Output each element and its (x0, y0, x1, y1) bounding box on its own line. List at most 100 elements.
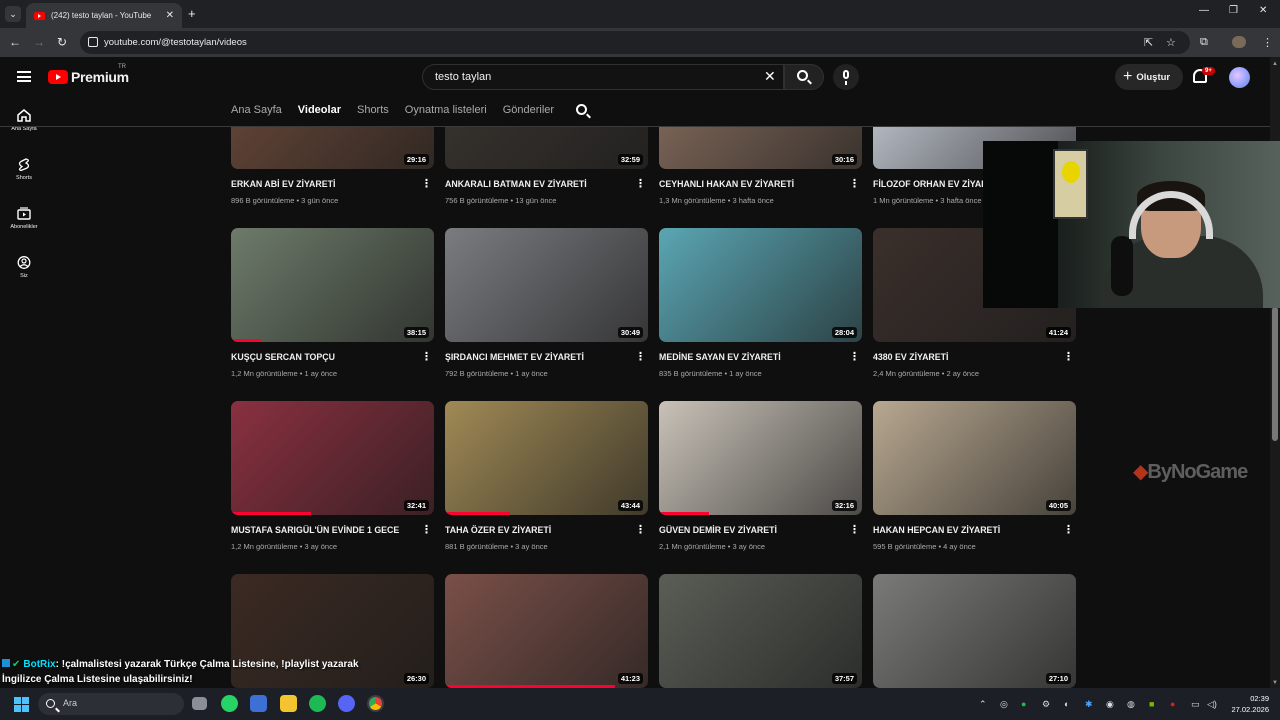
install-app-icon[interactable]: ⇱ (1144, 36, 1153, 49)
video-card[interactable]: 37:57 (659, 574, 862, 688)
scrollbar-thumb[interactable] (1272, 307, 1278, 441)
new-tab-button[interactable]: + (188, 6, 196, 21)
chrome-icon[interactable] (367, 695, 384, 712)
video-card[interactable]: 43:44 TAHA ÖZER EV ZİYARETİ 881 B görüntül… (445, 401, 648, 551)
video-thumbnail[interactable]: 37:57 (659, 574, 862, 688)
restore-button[interactable]: ❐ (1229, 5, 1238, 16)
video-card[interactable]: 30:49 ŞIRDANCI MEHMET EV ZİYARETİ 792 B gö… (445, 228, 648, 378)
video-title[interactable]: ANKARALI BATMAN EV ZİYARETİ (445, 179, 630, 189)
taskbar-search[interactable]: Ara (38, 693, 184, 715)
video-card[interactable]: 28:04 MEDİNE SAYAN EV ZİYARETİ 835 B görün… (659, 228, 862, 378)
whatsapp-icon[interactable] (221, 695, 238, 712)
window-close-button[interactable]: ✕ (1259, 5, 1267, 16)
account-avatar[interactable] (1229, 67, 1250, 88)
video-title[interactable]: TAHA ÖZER EV ZİYARETİ (445, 525, 630, 535)
url-field[interactable]: youtube.com/@testotaylan/videos (80, 31, 1190, 54)
youtube-premium-logo[interactable]: Premium TR (48, 64, 129, 85)
video-thumbnail[interactable]: 30:49 (445, 228, 648, 342)
more-options-icon[interactable]: ⋮ (421, 352, 432, 363)
browser-tab[interactable]: (242) testo taylan - YouTube ✕ (26, 3, 182, 28)
tray-app2-icon[interactable]: ◍ (1127, 699, 1135, 710)
microsoft-store-icon[interactable] (250, 695, 267, 712)
tray-app-icon[interactable]: ◎ (1000, 699, 1008, 710)
video-card[interactable]: 38:15 KUŞÇU SERCAN TOPÇU 1,2 Mn görüntülem… (231, 228, 434, 378)
sidebar-item-subscriptions[interactable]: Abonelikler (0, 207, 48, 230)
more-options-icon[interactable]: ⋮ (849, 352, 860, 363)
tab-shorts[interactable]: Shorts (357, 97, 389, 125)
network-icon[interactable]: ▭ (1191, 699, 1200, 710)
tray-record-icon[interactable]: ● (1170, 699, 1175, 709)
video-thumbnail[interactable]: 28:04 (659, 228, 862, 342)
back-arrow-icon[interactable]: ← (9, 35, 21, 49)
tray-spotify-icon[interactable]: ● (1021, 699, 1026, 709)
windows-start-icon[interactable] (14, 697, 29, 712)
sidebar-item-shorts[interactable]: Shorts (0, 158, 48, 181)
more-options-icon[interactable]: ⋮ (849, 525, 860, 536)
video-title[interactable]: ERKAN ABİ EV ZİYARETİ (231, 179, 416, 189)
bluetooth-icon[interactable]: ✱ (1085, 699, 1093, 710)
browser-menu-icon[interactable]: ⋮ (1262, 36, 1273, 49)
nvidia-icon[interactable]: ■ (1149, 699, 1154, 709)
video-thumbnail[interactable]: 41:23 (445, 574, 648, 688)
video-title[interactable]: MEDİNE SAYAN EV ZİYARETİ (659, 352, 844, 362)
tray-steam-icon[interactable]: ◐ (1064, 699, 1069, 709)
search-input[interactable]: testo taylan (422, 64, 784, 90)
video-thumbnail[interactable]: 30:16 (659, 127, 862, 169)
sidebar-item-you[interactable]: Siz (0, 256, 48, 279)
video-title[interactable]: HAKAN HEPCAN EV ZİYARETİ (873, 525, 1058, 535)
minimize-button[interactable]: — (1199, 5, 1209, 16)
more-options-icon[interactable]: ⋮ (421, 525, 432, 536)
search-button[interactable] (784, 64, 824, 90)
tab-videos[interactable]: Videolar (298, 97, 341, 125)
tab-close-icon[interactable]: ✕ (166, 10, 174, 21)
more-options-icon[interactable]: ⋮ (635, 352, 646, 363)
video-card[interactable]: 32:16 GÜVEN DEMİR EV ZİYARETİ 2,1 Mn görün… (659, 401, 862, 551)
more-options-icon[interactable]: ⋮ (849, 179, 860, 190)
menu-icon[interactable] (17, 71, 31, 82)
profile-avatar-icon[interactable] (1232, 36, 1246, 48)
bookmark-star-icon[interactable]: ☆ (1166, 36, 1176, 49)
volume-icon[interactable]: ◁) (1207, 699, 1217, 710)
tab-home[interactable]: Ana Sayfa (231, 97, 282, 125)
more-options-icon[interactable]: ⋮ (421, 179, 432, 190)
tab-playlists[interactable]: Oynatma listeleri (405, 97, 487, 125)
more-options-icon[interactable]: ⋮ (1063, 352, 1074, 363)
voice-search-button[interactable] (833, 64, 859, 90)
scroll-up-arrow-icon[interactable]: ▲ (1272, 61, 1278, 67)
task-view-icon[interactable] (192, 697, 207, 710)
more-options-icon[interactable]: ⋮ (635, 525, 646, 536)
tray-overflow-icon[interactable]: ⌃ (979, 699, 987, 710)
video-thumbnail[interactable]: 32:59 (445, 127, 648, 169)
tray-settings-icon[interactable]: ⚙ (1042, 699, 1050, 710)
video-thumbnail[interactable]: 32:16 (659, 401, 862, 515)
file-explorer-icon[interactable] (280, 695, 297, 712)
site-info-icon[interactable] (88, 37, 98, 47)
video-title[interactable]: CEYHANLI HAKAN EV ZİYARETİ (659, 179, 844, 189)
tray-discord-icon[interactable]: ◉ (1106, 699, 1114, 710)
video-title[interactable]: 4380 EV ZİYARETİ (873, 352, 1058, 362)
forward-arrow-icon[interactable]: → (33, 35, 45, 49)
create-button[interactable]: + Oluştur (1115, 64, 1183, 90)
video-card[interactable]: 27:10 (873, 574, 1076, 688)
video-thumbnail[interactable]: 29:16 (231, 127, 434, 169)
tab-posts[interactable]: Gönderiler (503, 97, 554, 125)
video-title[interactable]: GÜVEN DEMİR EV ZİYARETİ (659, 525, 844, 535)
video-thumbnail[interactable]: 38:15 (231, 228, 434, 342)
video-thumbnail[interactable]: 40:05 (873, 401, 1076, 515)
discord-icon[interactable] (338, 695, 355, 712)
more-options-icon[interactable]: ⋮ (635, 179, 646, 190)
reload-icon[interactable]: ↻ (57, 35, 67, 49)
video-card[interactable]: 32:41 MUSTAFA SARIGÜL'ÜN EVİNDE 1 GECE 1,2… (231, 401, 434, 551)
video-title[interactable]: MUSTAFA SARIGÜL'ÜN EVİNDE 1 GECE (231, 525, 416, 535)
video-card[interactable]: 29:16 ERKAN ABİ EV ZİYARETİ 896 B görüntül… (231, 127, 434, 205)
more-options-icon[interactable]: ⋮ (1063, 525, 1074, 536)
video-thumbnail[interactable]: 32:41 (231, 401, 434, 515)
video-card[interactable]: 30:16 CEYHANLI HAKAN EV ZİYARETİ 1,3 Mn gö… (659, 127, 862, 205)
spotify-icon[interactable] (309, 695, 326, 712)
tab-search-button[interactable]: ⌄ (5, 6, 21, 22)
channel-search-button[interactable] (576, 104, 590, 125)
video-title[interactable]: KUŞÇU SERCAN TOPÇU (231, 352, 416, 362)
video-thumbnail[interactable]: 27:10 (873, 574, 1076, 688)
extensions-icon[interactable]: ⧉ (1200, 36, 1208, 49)
video-card[interactable]: 32:59 ANKARALI BATMAN EV ZİYARETİ 756 B gö… (445, 127, 648, 205)
